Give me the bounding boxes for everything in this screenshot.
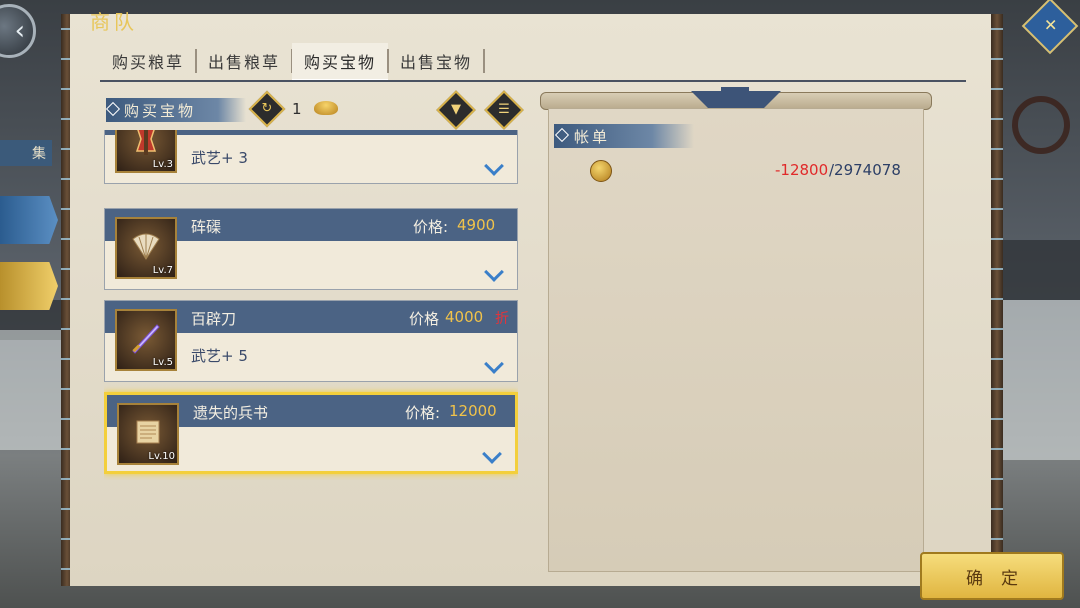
- item-name: 百辟刀: [191, 310, 237, 328]
- bill-header: 帐单: [554, 124, 694, 148]
- window-title: 商队: [90, 10, 138, 34]
- item-name: 砗磲: [191, 218, 222, 236]
- filter-icon: ▼: [451, 102, 461, 117]
- list-item[interactable]: Lv.7 砗磲 价格: 4900: [104, 208, 518, 290]
- list-item[interactable]: Lv.5 百辟刀 价格 4000 折 武艺+ 5: [104, 300, 518, 382]
- chevron-down-icon[interactable]: [484, 354, 504, 374]
- gold-ingot-icon: [314, 101, 338, 115]
- coin-icon: [590, 160, 612, 182]
- bill-cost: -12800: [775, 161, 829, 179]
- item-price: 12000: [449, 402, 497, 420]
- item-price-label: 价格: [411, 130, 441, 131]
- list-item-selected[interactable]: Lv.10 遗失的兵书 价格: 12000: [104, 392, 518, 474]
- confirm-button[interactable]: 确定: [920, 552, 1064, 600]
- chevron-down-icon[interactable]: [484, 262, 504, 282]
- tab-bar: 购买粮草 出售粮草 购买宝物 出售宝物: [100, 40, 486, 82]
- shell-icon: Lv.7: [115, 217, 177, 279]
- cross-icon: ✕: [1044, 15, 1058, 35]
- item-list[interactable]: Lv.3 大斧 价格 2800 折 武艺+ 3 Lv.7 砗磲 价格: 4900…: [104, 130, 518, 480]
- discount-badge: 折: [495, 311, 509, 327]
- item-stat: 武艺+ 5: [191, 347, 248, 365]
- tab-buy-treasure[interactable]: 购买宝物: [292, 43, 390, 82]
- axe-icon: Lv.3: [115, 130, 177, 173]
- tab-sell-treasure[interactable]: 出售宝物: [388, 43, 486, 79]
- tab-buy-grain[interactable]: 购买粮草: [100, 43, 198, 79]
- chevron-left-icon: ‹: [14, 16, 25, 46]
- tab-sell-grain[interactable]: 出售粮草: [196, 43, 294, 79]
- bill-total: /2974078: [829, 161, 901, 179]
- diamond-icon: [554, 127, 570, 143]
- side-tab-gold[interactable]: [0, 262, 58, 310]
- item-price-label: 价格:: [413, 218, 449, 236]
- list-icon: ☰: [498, 102, 510, 117]
- side-tab-blue[interactable]: [0, 196, 58, 244]
- side-tab-collect[interactable]: 集: [0, 140, 52, 166]
- item-price-label: 价格: [409, 310, 440, 328]
- diamond-icon: [105, 101, 121, 117]
- chevron-down-icon[interactable]: [484, 156, 504, 176]
- wheel-decoration: [1012, 96, 1070, 154]
- sword-icon: Lv.5: [115, 309, 177, 371]
- item-name: 大斧: [191, 130, 221, 131]
- item-price-label: 价格:: [405, 404, 441, 422]
- chevron-down-icon[interactable]: [482, 444, 502, 464]
- item-name: 遗失的兵书: [193, 404, 269, 422]
- item-price: 4900: [457, 216, 496, 234]
- tab-underline: [100, 80, 966, 82]
- scroll-rod-right: [991, 14, 1003, 586]
- list-item[interactable]: Lv.3 大斧 价格 2800 折 武艺+ 3: [104, 130, 518, 184]
- scroll-icon: Lv.10: [117, 403, 179, 465]
- section-header: 购买宝物: [105, 98, 246, 122]
- item-stat: 武艺+ 3: [191, 149, 248, 167]
- item-price: 4000: [445, 308, 484, 326]
- refresh-icon: ↻: [261, 101, 273, 116]
- refresh-count: 1: [292, 100, 302, 118]
